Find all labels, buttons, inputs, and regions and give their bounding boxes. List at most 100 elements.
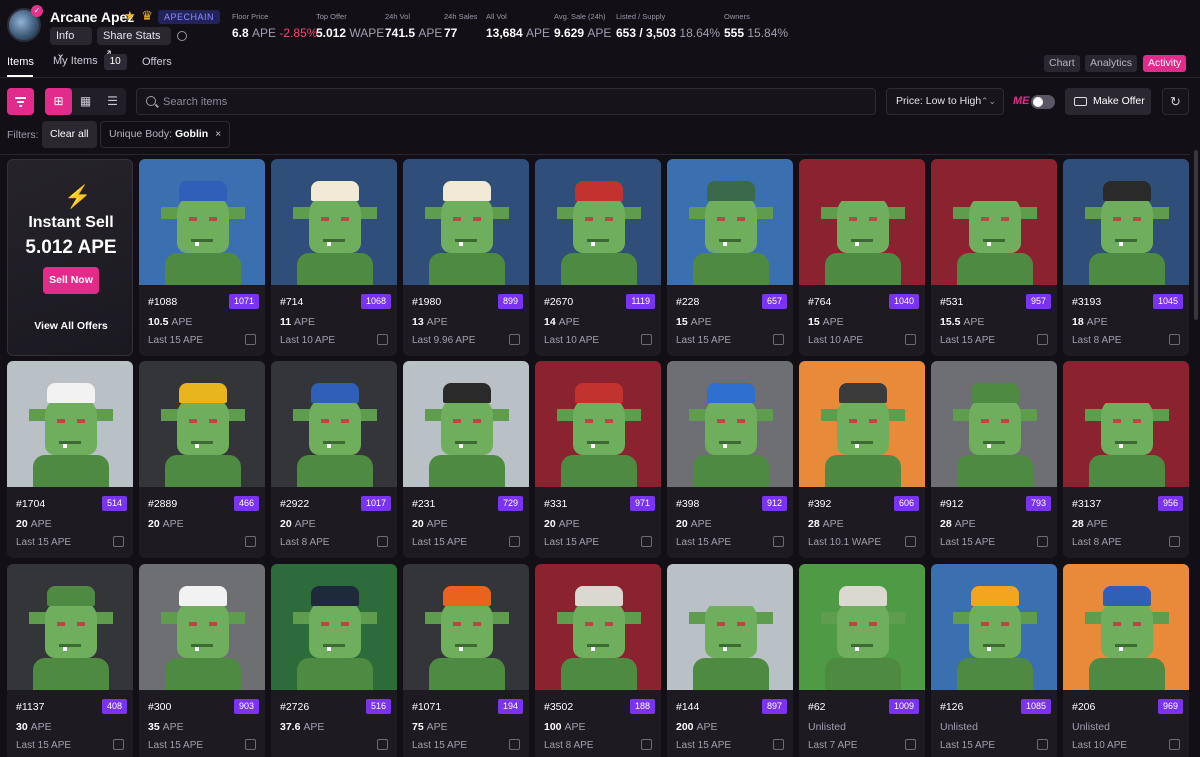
grid-small-icon[interactable]: ▦ (72, 88, 99, 115)
nft-card[interactable]: #1704 514 20 APE Last 15 APE (7, 361, 133, 558)
nft-image[interactable] (535, 361, 661, 487)
expand-icon[interactable] (905, 536, 916, 547)
nft-image[interactable] (403, 159, 529, 285)
expand-icon[interactable] (245, 334, 256, 345)
tab-items[interactable]: Items (7, 56, 34, 68)
expand-icon[interactable] (1169, 739, 1180, 750)
expand-icon[interactable] (773, 739, 784, 750)
nft-image[interactable] (7, 361, 133, 487)
nft-card[interactable]: #206 969 Unlisted Last 10 APE (1063, 564, 1189, 757)
expand-icon[interactable] (377, 536, 388, 547)
nft-card[interactable]: #1137 408 30 APE Last 15 APE (7, 564, 133, 757)
globe-icon[interactable] (177, 31, 187, 41)
expand-icon[interactable] (1037, 334, 1048, 345)
expand-icon[interactable] (245, 739, 256, 750)
nft-image[interactable] (535, 159, 661, 285)
info-button[interactable]: Info ⌄ (50, 27, 92, 60)
nft-card[interactable]: #1088 1071 10.5 APE Last 15 APE (139, 159, 265, 356)
nft-card[interactable]: #2922 1017 20 APE Last 8 APE (271, 361, 397, 558)
expand-icon[interactable] (773, 536, 784, 547)
nft-image[interactable] (403, 361, 529, 487)
nft-image[interactable] (271, 159, 397, 285)
nft-card[interactable]: #3193 1045 18 APE Last 8 APE (1063, 159, 1189, 356)
nft-image[interactable] (667, 564, 793, 690)
expand-icon[interactable] (641, 536, 652, 547)
nft-card[interactable]: #228 657 15 APE Last 15 APE (667, 159, 793, 356)
close-icon[interactable]: × (215, 128, 221, 140)
nft-image[interactable] (931, 564, 1057, 690)
nft-image[interactable] (271, 361, 397, 487)
marketplace-toggle[interactable] (1031, 95, 1055, 109)
nft-card[interactable]: #392 606 28 APE Last 10.1 WAPE (799, 361, 925, 558)
tab-my-items[interactable]: My Items 10 (53, 54, 127, 70)
expand-icon[interactable] (509, 739, 520, 750)
nft-image[interactable] (139, 564, 265, 690)
nft-image[interactable] (139, 361, 265, 487)
expand-icon[interactable] (113, 536, 124, 547)
search-input[interactable] (163, 89, 863, 114)
expand-icon[interactable] (377, 739, 388, 750)
nft-image[interactable] (535, 564, 661, 690)
nft-image[interactable] (1063, 159, 1189, 285)
tab-activity[interactable]: Activity (1143, 55, 1187, 72)
nft-image[interactable] (1063, 564, 1189, 690)
scrollbar[interactable] (1194, 150, 1198, 320)
refresh-button[interactable]: ↻ (1162, 88, 1189, 115)
nft-image[interactable] (667, 159, 793, 285)
expand-icon[interactable] (641, 739, 652, 750)
nft-image[interactable] (799, 159, 925, 285)
nft-card[interactable]: #62 1009 Unlisted Last 7 APE (799, 564, 925, 757)
expand-icon[interactable] (245, 536, 256, 547)
expand-icon[interactable] (1037, 536, 1048, 547)
nft-image[interactable] (139, 159, 265, 285)
nft-image[interactable] (931, 159, 1057, 285)
clear-all-button[interactable]: Clear all (42, 121, 97, 148)
nft-card[interactable]: #912 793 28 APE Last 15 APE (931, 361, 1057, 558)
expand-icon[interactable] (773, 334, 784, 345)
nft-card[interactable]: #331 971 20 APE Last 15 APE (535, 361, 661, 558)
nft-image[interactable] (931, 361, 1057, 487)
sort-select[interactable]: Price: Low to High ⌃⌄ (886, 88, 1004, 115)
nft-image[interactable] (403, 564, 529, 690)
filter-chip[interactable]: Unique Body: Goblin × (100, 121, 231, 148)
expand-icon[interactable] (905, 739, 916, 750)
nft-card[interactable]: #714 1068 11 APE Last 10 APE (271, 159, 397, 356)
nft-card[interactable]: #126 1085 Unlisted Last 15 APE (931, 564, 1057, 757)
nft-card[interactable]: #3137 956 28 APE Last 8 APE (1063, 361, 1189, 558)
expand-icon[interactable] (113, 739, 124, 750)
tab-offers[interactable]: Offers (142, 56, 172, 68)
expand-icon[interactable] (641, 334, 652, 345)
nft-card[interactable]: #2726 516 37.6 APE (271, 564, 397, 757)
expand-icon[interactable] (1169, 536, 1180, 547)
nft-card[interactable]: #3502 188 100 APE Last 8 APE (535, 564, 661, 757)
nft-card[interactable]: #1071 194 75 APE Last 15 APE (403, 564, 529, 757)
expand-icon[interactable] (1169, 334, 1180, 345)
filter-toggle-button[interactable] (7, 88, 34, 115)
expand-icon[interactable] (509, 536, 520, 547)
nft-image[interactable] (7, 564, 133, 690)
make-offer-button[interactable]: Make Offer (1065, 88, 1151, 115)
nft-image[interactable] (271, 564, 397, 690)
expand-icon[interactable] (509, 334, 520, 345)
view-all-offers-link[interactable]: View All Offers (8, 320, 134, 332)
expand-icon[interactable] (377, 334, 388, 345)
nft-image[interactable] (799, 564, 925, 690)
nft-card[interactable]: #231 729 20 APE Last 15 APE (403, 361, 529, 558)
nft-image[interactable] (667, 361, 793, 487)
nft-card[interactable]: #398 912 20 APE Last 15 APE (667, 361, 793, 558)
nft-image[interactable] (799, 361, 925, 487)
list-view-icon[interactable]: ☰ (99, 88, 126, 115)
nft-card[interactable]: #764 1040 15 APE Last 10 APE (799, 159, 925, 356)
nft-card[interactable]: #2670 1119 14 APE Last 10 APE (535, 159, 661, 356)
expand-icon[interactable] (905, 334, 916, 345)
nft-card[interactable]: #144 897 200 APE Last 15 APE (667, 564, 793, 757)
tab-chart[interactable]: Chart (1044, 55, 1080, 72)
sell-now-button[interactable]: Sell Now (43, 267, 99, 294)
nft-image[interactable] (1063, 361, 1189, 487)
nft-card[interactable]: #1980 899 13 APE Last 9.96 APE (403, 159, 529, 356)
expand-icon[interactable] (1037, 739, 1048, 750)
share-stats-button[interactable]: Share Stats ↗ (97, 27, 171, 60)
nft-card[interactable]: #300 903 35 APE Last 15 APE (139, 564, 265, 757)
nft-card[interactable]: #531 957 15.5 APE Last 15 APE (931, 159, 1057, 356)
tab-analytics[interactable]: Analytics (1085, 55, 1138, 72)
